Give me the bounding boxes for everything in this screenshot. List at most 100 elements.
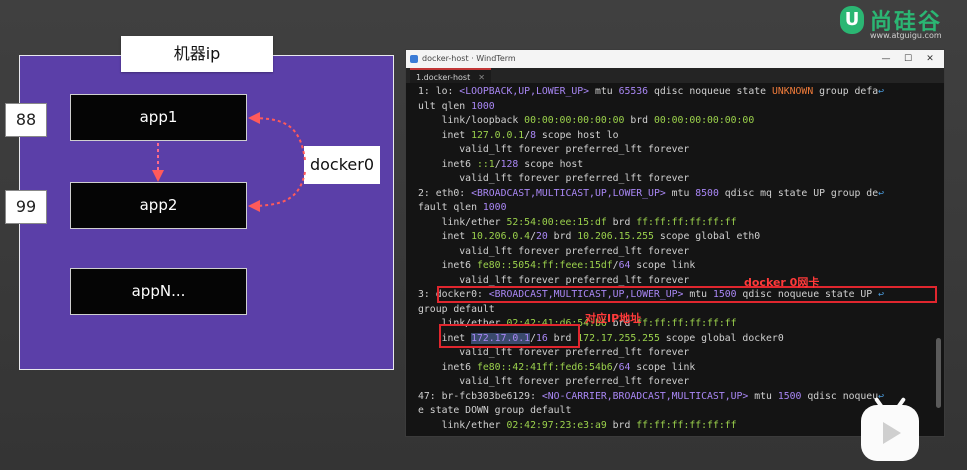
terminal-text: valid_lft forever preferred_lft forever [418, 144, 690, 155]
window-title: docker-host · WindTerm [422, 54, 516, 63]
terminal-line: link/loopback 00:00:00:00:00:00 brd 00:0… [418, 114, 938, 129]
video-play-button[interactable] [861, 396, 919, 461]
terminal-text: UNKNOWN [771, 86, 814, 97]
ip-address-highlight [439, 324, 580, 348]
terminal-output[interactable]: 1: lo: <LOOPBACK,UP,LOWER_UP> mtu 65536 … [418, 85, 938, 435]
terminal-window[interactable]: docker-host · WindTerm — ☐ ✕ 1.docker-ho… [405, 49, 945, 437]
terminal-line: inet6 fe80::42:41ff:fed6:54b6/64 scope l… [418, 361, 938, 376]
play-icon [883, 422, 901, 444]
terminal-text: ff:ff:ff:ff:ff:ff [636, 318, 737, 329]
terminal-line: inet6 ::1/128 scope host [418, 158, 938, 173]
terminal-text: link/ether [418, 216, 507, 228]
atguigu-logo: U 尚硅谷 www.atguigu.com [840, 4, 955, 40]
minimize-button[interactable]: — [876, 50, 896, 68]
terminal-text: 52:54:00:ee:15:df [506, 216, 607, 228]
terminal-text: fe80::42:41ff:fed6:54b6 [476, 361, 613, 373]
terminal-line: link/ether 52:54:00:ee:15:df brd ff:ff:f… [418, 216, 938, 231]
tab-bar: 1.docker-host ✕ [406, 68, 944, 83]
terminal-text: 2: eth0: [418, 187, 472, 199]
terminal-text: ult qlen [418, 100, 472, 112]
tab-label: 1.docker-host [416, 73, 471, 82]
terminal-text: 65536 [618, 86, 649, 97]
terminal-line: valid_lft forever preferred_lft forever [418, 172, 938, 187]
window-titlebar[interactable]: docker-host · WindTerm — ☐ ✕ [406, 50, 944, 68]
terminal-text: ::1 [476, 158, 495, 170]
terminal-line: ult qlen 1000 [418, 100, 938, 115]
ip-address-annotation: 对应IP地址 [585, 312, 642, 325]
logo-url: www.atguigu.com [870, 31, 942, 40]
terminal-text: brd [547, 231, 578, 242]
terminal-text: <LOOPBACK,UP,LOWER_UP> [459, 86, 590, 97]
terminal-text: 1000 [471, 100, 495, 112]
terminal-text: inet [418, 129, 472, 141]
maximize-button[interactable]: ☐ [898, 50, 918, 68]
terminal-text: 10.206.15.255 [577, 231, 654, 242]
terminal-line: valid_lft forever preferred_lft forever [418, 346, 938, 361]
terminal-text: qdisc noqueue state [648, 86, 772, 97]
terminal-text: scope link [630, 361, 696, 373]
terminal-line: inet 10.206.0.4/20 brd 10.206.15.255 sco… [418, 230, 938, 245]
terminal-line: 47: br-fcb303be6129: <NO-CARRIER,BROADCA… [418, 390, 938, 405]
terminal-text: 1: lo: [418, 86, 460, 97]
terminal-line: group default [418, 303, 938, 318]
terminal-text: ff:ff:ff:ff:ff:ff [636, 216, 737, 228]
terminal-text: group default [418, 303, 495, 315]
terminal-text: <NO-CARRIER,BROADCAST,MULTICAST,UP> [541, 390, 749, 402]
terminal-text: 47: br-fcb303be6129: [418, 390, 542, 402]
terminal-text: 1500 [777, 390, 802, 402]
line-wrap-icon: ↩ [878, 187, 885, 199]
terminal-text: 127.0.0.1 [471, 129, 525, 141]
terminal-text: scope link [630, 260, 696, 271]
terminal-text: brd [606, 216, 637, 228]
tab-close-icon[interactable]: ✕ [478, 73, 485, 82]
terminal-text: 10.206.0.4 [471, 231, 531, 242]
logo-badge-icon: U [840, 6, 864, 34]
terminal-text: 02:42:97:23:e3:a9 [506, 419, 607, 431]
docker-nic-annotation: docker 0网卡 [744, 276, 820, 289]
terminal-line: e state DOWN group default [418, 404, 938, 419]
terminal-text: inet6 [418, 260, 477, 271]
terminal-text: inet6 [418, 158, 477, 170]
terminal-text: scope global eth0 [653, 231, 761, 242]
terminal-text: qdisc mq state UP group de [718, 187, 879, 199]
terminal-line: 2: eth0: <BROADCAST,MULTICAST,UP,LOWER_U… [418, 187, 938, 202]
terminal-text: 128 [500, 158, 519, 170]
terminal-text: 64 [618, 361, 631, 373]
terminal-line: valid_lft forever preferred_lft forever [418, 245, 938, 260]
terminal-text: e state DOWN group default [418, 405, 572, 416]
terminal-text: mtu [589, 86, 619, 97]
terminal-text: valid_lft forever preferred_lft forever [418, 376, 690, 387]
docker0-line-highlight [437, 286, 937, 303]
terminal-text: 00:00:00:00:00:00 [653, 115, 755, 126]
terminal-text: scope global docker0 [659, 332, 784, 344]
close-button[interactable]: ✕ [920, 50, 940, 68]
terminal-text: brd [624, 115, 654, 126]
terminal-line: valid_lft forever preferred_lft forever [418, 375, 938, 390]
terminal-text: mtu [665, 187, 696, 199]
terminal-text: 00:00:00:00:00:00 [524, 115, 625, 126]
terminal-text: ff:ff:ff:ff:ff:ff [636, 419, 737, 431]
terminal-text: brd [606, 419, 637, 431]
terminal-text: 1000 [482, 202, 507, 213]
terminal-line: fault qlen 1000 [418, 201, 938, 216]
line-wrap-icon: ↩ [878, 86, 885, 97]
terminal-text: valid_lft forever preferred_lft forever [418, 173, 690, 184]
terminal-text: fe80::5054:ff:feee:15df [476, 260, 613, 271]
terminal-text: mtu [748, 390, 778, 402]
terminal-line: inet 127.0.0.1/8 scope host lo [418, 129, 938, 144]
terminal-text: valid_lft forever preferred_lft forever [418, 347, 690, 358]
terminal-text: inet [418, 231, 472, 242]
terminal-text: valid_lft forever preferred_lft forever [418, 274, 690, 286]
terminal-text: scope host lo [536, 129, 619, 141]
windterm-app-icon [410, 55, 418, 63]
terminal-line: valid_lft forever preferred_lft forever [418, 143, 938, 158]
terminal-text: 20 [535, 231, 548, 242]
terminal-text: link/loopback [418, 115, 525, 126]
tab-docker-host[interactable]: 1.docker-host ✕ [410, 68, 491, 83]
terminal-text: 172.17.255.255 [577, 332, 660, 344]
terminal-line: inet6 fe80::5054:ff:feee:15df/64 scope l… [418, 259, 938, 274]
terminal-scrollbar[interactable] [936, 338, 941, 408]
terminal-line: 1: lo: <LOOPBACK,UP,LOWER_UP> mtu 65536 … [418, 85, 938, 100]
terminal-text: 8500 [695, 187, 719, 199]
terminal-text: inet6 [418, 361, 477, 373]
